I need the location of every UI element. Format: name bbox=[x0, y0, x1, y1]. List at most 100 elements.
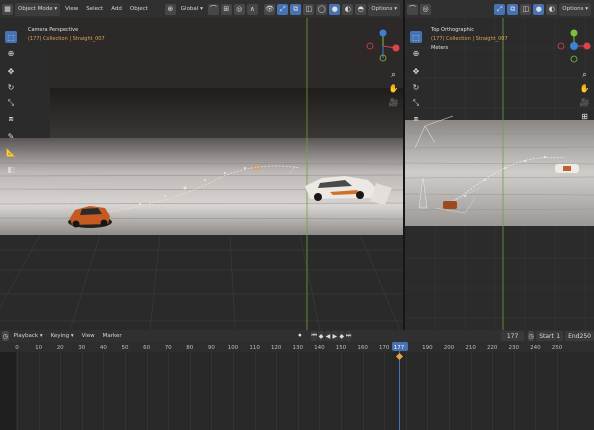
start-label: Start bbox=[539, 332, 554, 340]
frame-tick-label: 200 bbox=[443, 345, 455, 351]
timeline-gridline bbox=[254, 352, 256, 430]
gizmo-toggle-icon[interactable]: ⤢ bbox=[277, 3, 289, 15]
right-viewport[interactable]: Top Orthographic (177) Collection | Stra… bbox=[405, 18, 594, 330]
toy-car-white-top[interactable] bbox=[555, 164, 579, 173]
transform-icon[interactable]: ⧈ bbox=[5, 113, 17, 125]
frame-tick-label: 80 bbox=[186, 345, 194, 351]
jump-start-icon[interactable]: ⏮ bbox=[311, 331, 318, 341]
frame-tick-label: 170 bbox=[378, 345, 390, 351]
playback-menu[interactable]: Playback ▾ bbox=[11, 330, 46, 343]
gizmo-toggle-icon[interactable]: ⤢ bbox=[494, 3, 506, 15]
right-navigation-gizmo[interactable] bbox=[556, 28, 592, 64]
right-view-name-label: Top Orthographic bbox=[431, 27, 474, 33]
zoom-icon[interactable]: ⌕ bbox=[579, 69, 590, 80]
current-frame-field[interactable]: 177 bbox=[501, 331, 524, 341]
clock-icon[interactable]: ◷ bbox=[2, 331, 9, 341]
frame-tick-label: 40 bbox=[99, 345, 107, 351]
timeline-gridline bbox=[211, 352, 213, 430]
camera-icon[interactable]: 🎥 bbox=[579, 97, 590, 108]
timeline-gridline bbox=[81, 352, 83, 430]
proportional-edit-icon[interactable]: ◎ bbox=[233, 3, 245, 15]
menu-select[interactable]: Select bbox=[83, 3, 106, 16]
left-viewport[interactable]: Camera Perspective (177) Collection | St… bbox=[0, 18, 403, 330]
shading-material-icon[interactable]: ◐ bbox=[342, 3, 354, 15]
editor-type-icon[interactable]: ▦ bbox=[2, 3, 13, 15]
menu-add[interactable]: Add bbox=[108, 3, 125, 16]
cursor-icon[interactable]: ⊕ bbox=[410, 47, 422, 59]
prev-key-icon[interactable]: ◆ bbox=[318, 331, 324, 341]
transform-pivot-icon[interactable]: ⊕ bbox=[164, 3, 176, 15]
transform-icon[interactable]: ⧈ bbox=[410, 113, 422, 125]
options-label: Options bbox=[371, 6, 393, 12]
timeline-gridline bbox=[384, 352, 386, 430]
keying-menu[interactable]: Keying ▾ bbox=[48, 330, 77, 343]
rotate-icon[interactable]: ↻ bbox=[410, 81, 422, 93]
hand-icon[interactable]: ✋ bbox=[388, 83, 399, 94]
add-cube-icon[interactable]: ◧ bbox=[5, 163, 17, 175]
next-key-icon[interactable]: ◆ bbox=[338, 331, 345, 341]
camera-icon[interactable]: 🎥 bbox=[388, 97, 399, 108]
shading-material-icon[interactable]: ◐ bbox=[546, 3, 558, 15]
frame-tick-label: 0 bbox=[15, 345, 19, 351]
measure-icon[interactable]: 📐 bbox=[5, 146, 17, 158]
annotate-icon[interactable]: ✎ bbox=[5, 130, 17, 142]
frame-tick-label: 190 bbox=[422, 345, 433, 351]
cursor-icon[interactable]: ⊕ bbox=[5, 47, 17, 59]
falloff-icon[interactable]: ∧ bbox=[246, 3, 258, 15]
right-options-dropdown[interactable]: Options ▾ bbox=[559, 2, 591, 16]
select-box-icon[interactable]: ⬚ bbox=[5, 31, 17, 43]
viewport-scene bbox=[405, 18, 594, 330]
scale-icon[interactable]: ⤡ bbox=[5, 97, 17, 109]
options-dropdown[interactable]: Options ▾ bbox=[368, 2, 400, 16]
xray-icon[interactable]: ◫ bbox=[303, 3, 315, 15]
snap-icon[interactable]: ⌒ bbox=[207, 3, 219, 15]
play-icon[interactable]: ▶ bbox=[331, 331, 338, 341]
mode-label: Object Mode bbox=[18, 6, 53, 12]
keying-label: Keying bbox=[50, 333, 70, 339]
move-icon[interactable]: ✥ bbox=[410, 65, 422, 77]
timeline-gridline bbox=[168, 352, 170, 430]
marker-menu[interactable]: Marker bbox=[100, 330, 125, 343]
shading-wire-icon[interactable]: ◯ bbox=[316, 3, 328, 15]
menu-view[interactable]: View bbox=[62, 3, 81, 16]
timeline-gridline bbox=[146, 352, 148, 430]
hand-icon[interactable]: ✋ bbox=[579, 83, 590, 94]
snap-icon[interactable]: ⌒ bbox=[407, 3, 418, 15]
visibility-icon[interactable]: 👁 bbox=[264, 3, 276, 15]
end-value: 250 bbox=[579, 332, 591, 340]
view-menu[interactable]: View bbox=[79, 330, 98, 343]
grid-icon[interactable]: ⊞ bbox=[579, 111, 590, 122]
rotate-icon[interactable]: ↻ bbox=[5, 81, 17, 93]
record-icon[interactable]: ⏺ bbox=[297, 331, 304, 341]
frame-tick-label: 160 bbox=[357, 345, 368, 351]
play-reverse-icon[interactable]: ◀ bbox=[324, 331, 331, 341]
frame-tick-label: 250 bbox=[551, 345, 563, 351]
frame-tick-label: 60 bbox=[143, 345, 151, 351]
zoom-icon[interactable]: ⌕ bbox=[388, 69, 399, 80]
toy-car-orange-top[interactable] bbox=[443, 201, 457, 209]
preview-range-icon[interactable]: ◷ bbox=[527, 331, 535, 341]
shading-solid-icon[interactable]: ● bbox=[329, 3, 341, 15]
orientation-dropdown[interactable]: Global ▾ bbox=[178, 3, 206, 16]
xray-icon[interactable]: ◫ bbox=[520, 3, 532, 15]
overlay-toggle-icon[interactable]: ⧉ bbox=[507, 3, 519, 15]
shading-solid-icon[interactable]: ● bbox=[533, 3, 545, 15]
scale-icon[interactable]: ⤡ bbox=[410, 97, 422, 109]
proportional-edit-icon[interactable]: ◎ bbox=[420, 3, 431, 15]
viewport-divider[interactable] bbox=[403, 0, 405, 330]
start-frame-field[interactable]: Start 1 bbox=[536, 331, 564, 341]
snap-target-icon[interactable]: ⊞ bbox=[220, 3, 232, 15]
overlay-toggle-icon[interactable]: ⧉ bbox=[290, 3, 302, 15]
mode-dropdown[interactable]: Object Mode ▾ bbox=[15, 2, 61, 16]
jump-end-icon[interactable]: ⏭ bbox=[345, 331, 352, 341]
timeline-gridline bbox=[362, 352, 364, 430]
select-box-icon[interactable]: ⬚ bbox=[410, 31, 422, 43]
move-icon[interactable]: ✥ bbox=[5, 65, 17, 77]
end-frame-field[interactable]: End 250 bbox=[565, 331, 594, 341]
left-viewport-header: ▦ Object Mode ▾ View Select Add Object ⊕… bbox=[0, 0, 403, 18]
navigation-gizmo[interactable] bbox=[365, 28, 401, 64]
menu-object[interactable]: Object bbox=[127, 3, 151, 16]
timeline-gridline bbox=[233, 352, 234, 430]
timeline-gridline bbox=[513, 352, 515, 430]
shading-rendered-icon[interactable]: ◓ bbox=[355, 3, 367, 15]
